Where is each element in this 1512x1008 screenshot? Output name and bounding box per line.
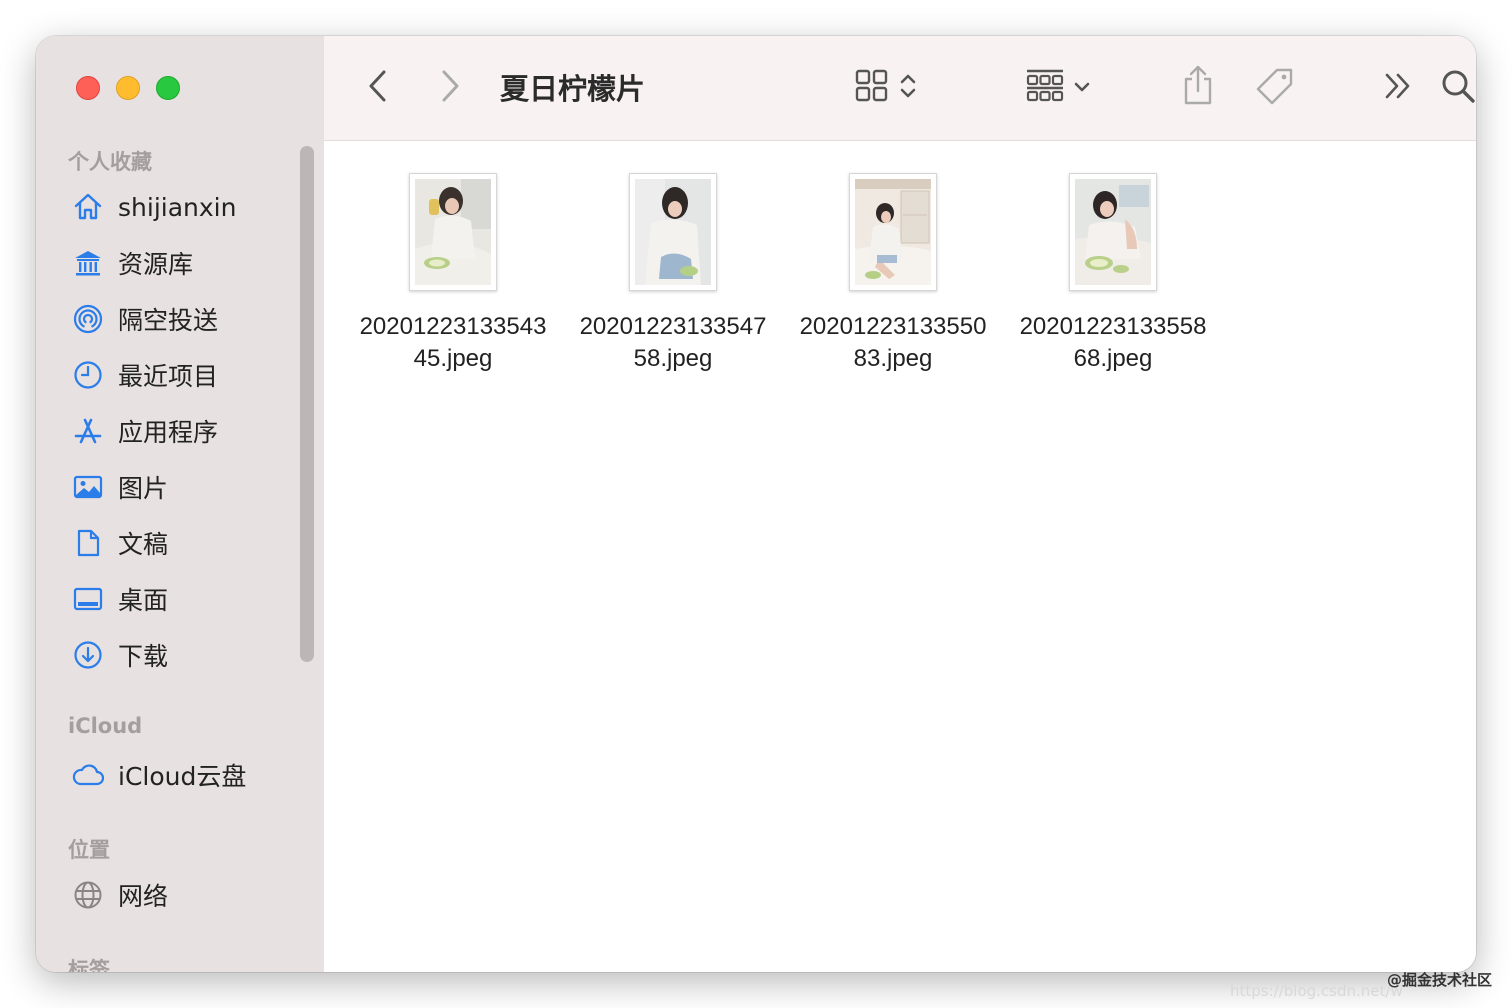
finder-window: 个人收藏 shijianxin 资源库 隔空投送 最近项目 应用程序 图片 文稿…	[36, 36, 1476, 972]
sidebar-item-label: 最近项目	[118, 362, 219, 391]
download-icon	[70, 637, 106, 673]
cloud-icon	[70, 757, 106, 793]
file-grid: 20201223133543 45.jpeg 20201223133547 58…	[324, 141, 1476, 972]
sidebar-item-label: iCloud云盘	[118, 762, 247, 791]
close-button[interactable]	[76, 76, 100, 100]
zoom-button[interactable]	[156, 76, 180, 100]
file-item[interactable]: 20201223133558 68.jpeg	[1008, 173, 1218, 375]
group-button[interactable]	[1018, 66, 1098, 110]
window-title: 夏日柠檬片	[500, 72, 646, 106]
sidebar-item-label: 应用程序	[118, 418, 219, 447]
sidebar-item-pictures[interactable]: 图片	[70, 467, 168, 507]
sidebar-item-label: 下载	[118, 642, 169, 671]
share-icon	[1181, 64, 1215, 110]
window-controls	[76, 76, 180, 100]
airdrop-icon	[70, 301, 106, 337]
file-thumbnail	[629, 173, 717, 291]
sidebar-item-network[interactable]: 网络	[70, 875, 168, 915]
sidebar-item-airdrop[interactable]: 隔空投送	[70, 299, 218, 339]
watermark-url: https://blog.csdn.net/w	[1230, 982, 1403, 1000]
sidebar-item-label: 桌面	[118, 586, 169, 615]
applications-icon	[70, 413, 106, 449]
back-icon	[366, 69, 390, 107]
sidebar-item-recents[interactable]: 最近项目	[70, 355, 218, 395]
back-button[interactable]	[354, 66, 402, 110]
search-button[interactable]	[1434, 64, 1476, 112]
search-icon	[1440, 68, 1476, 108]
sidebar-item-icloud-drive[interactable]: iCloud云盘	[70, 755, 246, 795]
clock-icon	[70, 357, 106, 393]
sidebar-item-library[interactable]: 资源库	[70, 243, 193, 283]
group-icon	[1025, 69, 1065, 107]
sidebar-item-label: 网络	[118, 882, 169, 911]
sidebar-scrollbar[interactable]	[300, 146, 314, 662]
sidebar-item-label: 资源库	[118, 250, 194, 279]
sidebar-item-documents[interactable]: 文稿	[70, 523, 168, 563]
grid-view-icon	[855, 69, 889, 107]
file-name: 20201223133550 83.jpeg	[799, 313, 987, 372]
tag-button[interactable]	[1250, 64, 1300, 112]
library-icon	[70, 245, 106, 281]
share-button[interactable]	[1174, 62, 1222, 112]
file-thumbnail	[409, 173, 497, 291]
house-icon	[70, 189, 106, 225]
sidebar-item-downloads[interactable]: 下载	[70, 635, 168, 675]
sidebar-item-label: 文稿	[118, 530, 169, 559]
toolbar: 夏日柠檬片	[324, 36, 1476, 141]
sidebar-heading-icloud: iCloud	[68, 714, 143, 738]
file-thumbnail	[1069, 173, 1157, 291]
sidebar-heading-locations: 位置	[68, 838, 110, 862]
sidebar-item-desktop[interactable]: 桌面	[70, 579, 168, 619]
tag-icon	[1255, 66, 1295, 110]
more-icon	[1384, 71, 1412, 105]
file-item[interactable]: 20201223133543 45.jpeg	[348, 173, 558, 375]
file-item[interactable]: 20201223133550 83.jpeg	[788, 173, 998, 375]
sidebar-heading-favorites: 个人收藏	[68, 150, 152, 174]
document-icon	[70, 525, 106, 561]
file-name: 20201223133547 58.jpeg	[579, 313, 767, 372]
file-name: 20201223133558 68.jpeg	[1019, 313, 1207, 372]
forward-button[interactable]	[426, 66, 474, 110]
view-mode-button[interactable]	[848, 66, 924, 110]
file-name: 20201223133543 45.jpeg	[359, 313, 547, 372]
sidebar-item-label: 隔空投送	[118, 306, 219, 335]
sidebar-heading-tags: 标签	[68, 958, 110, 972]
minimize-button[interactable]	[116, 76, 140, 100]
globe-icon	[70, 877, 106, 913]
sidebar-item-label: 图片	[118, 474, 169, 503]
file-item[interactable]: 20201223133547 58.jpeg	[568, 173, 778, 375]
forward-icon	[438, 69, 462, 107]
sidebar-item-applications[interactable]: 应用程序	[70, 411, 218, 451]
sidebar-item-home[interactable]: shijianxin	[70, 187, 236, 227]
chevron-down-icon	[1073, 79, 1091, 98]
chevron-updown-icon	[899, 71, 917, 105]
watermark: @掘金技术社区	[1386, 971, 1492, 989]
file-thumbnail	[849, 173, 937, 291]
sidebar: 个人收藏 shijianxin 资源库 隔空投送 最近项目 应用程序 图片 文稿…	[36, 36, 325, 972]
more-button[interactable]	[1376, 66, 1420, 110]
sidebar-item-label: shijianxin	[118, 192, 237, 222]
desktop-icon	[70, 581, 106, 617]
photo-icon	[70, 469, 106, 505]
